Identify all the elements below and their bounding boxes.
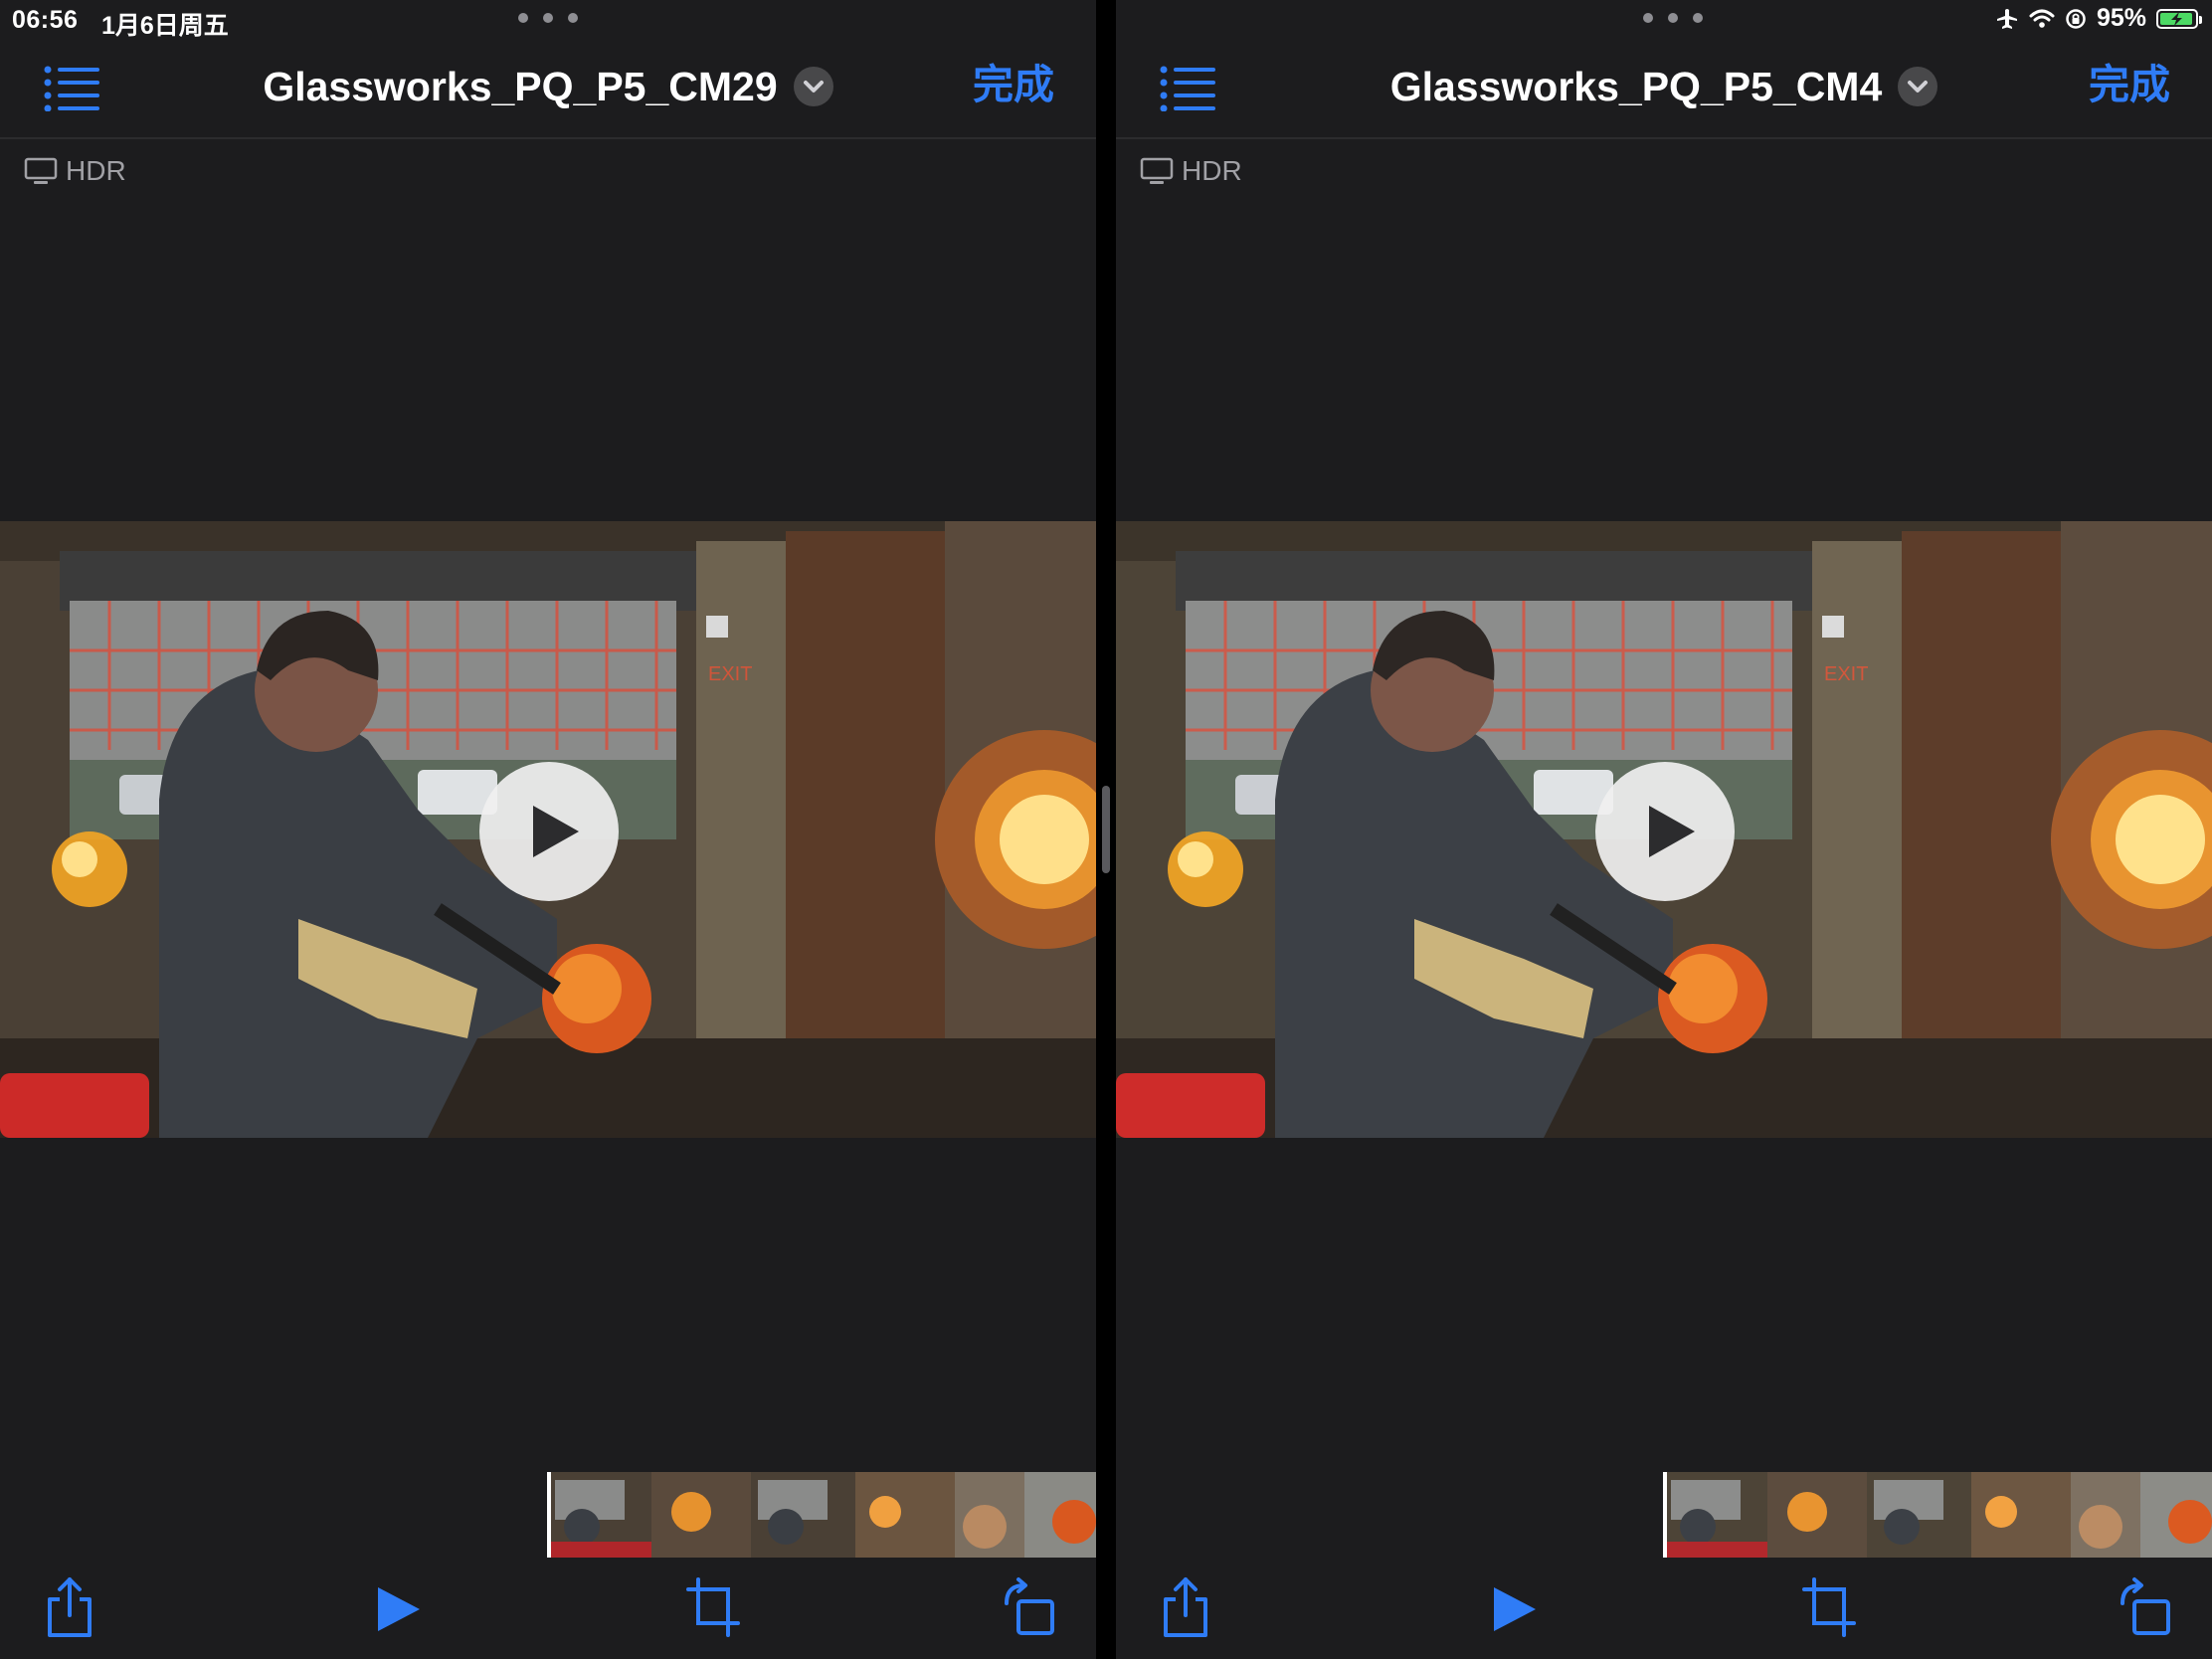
timeline-filmstrip[interactable]: [547, 1472, 1096, 1558]
rotate-icon[interactable]: [2115, 1573, 2174, 1641]
chevron-down-icon[interactable]: [793, 67, 833, 106]
play-icon: [1649, 806, 1695, 857]
title-menu[interactable]: Glassworks_PQ_P5_CM4: [1390, 62, 1938, 111]
done-button[interactable]: 完成: [2089, 60, 2170, 109]
video-title: Glassworks_PQ_P5_CM29: [263, 64, 778, 109]
split-view: 06:56 1月6日周五 Glassworks_PQ_P5_CM29 完成 HD…: [0, 0, 2212, 1659]
play-icon[interactable]: [368, 1573, 428, 1641]
playhead[interactable]: [1663, 1472, 1667, 1558]
nav-bar: Glassworks_PQ_P5_CM4 完成: [1116, 40, 2212, 139]
display-icon: [1140, 157, 1174, 184]
hdr-indicator: HDR: [24, 155, 126, 187]
crop-icon[interactable]: [1798, 1573, 1858, 1641]
rotate-icon[interactable]: [999, 1573, 1058, 1641]
title-menu[interactable]: Glassworks_PQ_P5_CM29: [263, 62, 833, 111]
multitasking-dots[interactable]: [518, 8, 578, 28]
wifi-icon: [2029, 9, 2055, 28]
play-overlay-button[interactable]: [1595, 762, 1735, 901]
playhead[interactable]: [547, 1472, 551, 1558]
share-icon[interactable]: [40, 1573, 99, 1641]
status-bar: 95%: [1116, 0, 2212, 40]
nav-bar: Glassworks_PQ_P5_CM29 完成: [0, 40, 1096, 139]
battery-charging-icon: [2156, 8, 2202, 29]
svg-text:EXIT: EXIT: [1824, 663, 1868, 685]
play-icon[interactable]: [1484, 1573, 1544, 1641]
play-overlay-button[interactable]: [479, 762, 619, 901]
hdr-label: HDR: [1182, 155, 1242, 186]
split-divider-handle[interactable]: [1102, 786, 1110, 873]
chevron-down-icon[interactable]: [1898, 67, 1938, 106]
multitasking-dots[interactable]: [1643, 8, 1703, 28]
video-title: Glassworks_PQ_P5_CM4: [1389, 64, 1883, 109]
timeline-filmstrip[interactable]: [1663, 1472, 2212, 1558]
left-pane: 06:56 1月6日周五 Glassworks_PQ_P5_CM29 完成 HD…: [0, 0, 1096, 1659]
battery-percentage: 95%: [2096, 4, 2146, 32]
crop-icon[interactable]: [682, 1573, 742, 1641]
filmstrip-frames: [1663, 1472, 2212, 1558]
status-bar: 06:56 1月6日周五: [0, 0, 1096, 40]
right-pane: 95% Glassworks_PQ_P5_CM4 完成 HDR EXIT: [1116, 0, 2212, 1659]
done-button[interactable]: 完成: [973, 60, 1054, 109]
share-icon[interactable]: [1156, 1573, 1215, 1641]
display-icon: [24, 157, 58, 184]
filmstrip-frames: [547, 1472, 1096, 1558]
hdr-label: HDR: [66, 155, 126, 186]
status-time: 06:56: [12, 6, 79, 34]
orientation-lock-icon: [2066, 8, 2086, 29]
airplane-mode-icon: [1996, 8, 2017, 29]
svg-text:EXIT: EXIT: [708, 663, 752, 685]
status-date: 1月6日周五: [101, 12, 229, 40]
video-frame[interactable]: EXIT: [1116, 521, 2212, 1138]
play-icon: [533, 806, 579, 857]
video-frame[interactable]: EXIT: [0, 521, 1096, 1138]
hdr-indicator: HDR: [1140, 155, 1242, 187]
